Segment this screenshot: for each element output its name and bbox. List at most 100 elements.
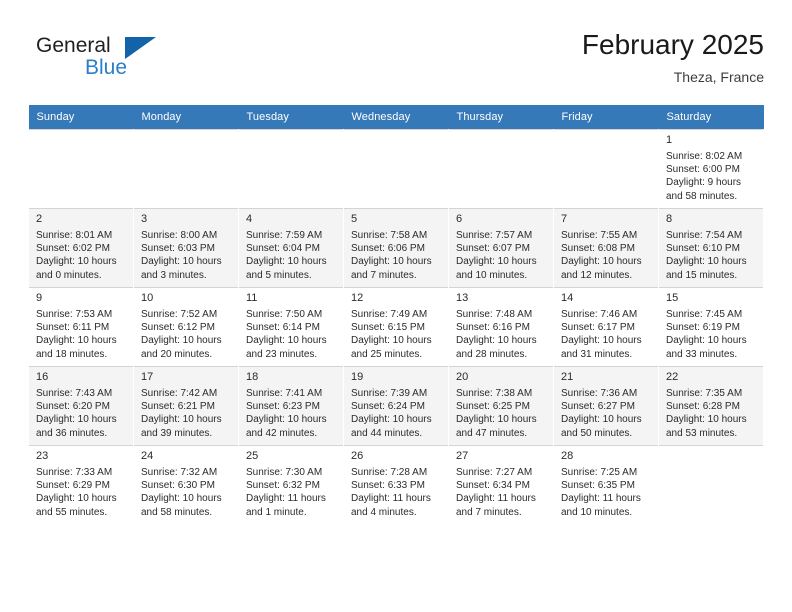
- daylight-text-line1: Daylight: 10 hours: [351, 335, 432, 347]
- daylight-text-line2: and 25 minutes.: [351, 348, 423, 360]
- sunrise-text: Sunrise: 7:42 AM: [141, 388, 218, 399]
- daylight-text-line1: Daylight: 10 hours: [141, 256, 222, 268]
- day-number: 1: [666, 134, 673, 146]
- sunset-text: Sunset: 6:23 PM: [246, 401, 320, 413]
- day-info: Sunrise: 7:53 AM Sunset: 6:11 PM Daylight:…: [36, 308, 127, 361]
- day-cell-content: 24 Sunrise: 7:32 AM Sunset: 6:30 PM Dayligh…: [134, 446, 238, 524]
- sunrise-text: Sunrise: 7:48 AM: [456, 309, 533, 320]
- day-cell-content: 26 Sunrise: 7:28 AM Sunset: 6:33 PM Dayligh…: [344, 446, 448, 524]
- daylight-text-line1: Daylight: 11 hours: [456, 493, 536, 505]
- daylight-text-line2: and 12 minutes.: [561, 269, 633, 281]
- daylight-text-line2: and 1 minute.: [246, 506, 307, 518]
- day-cell-content: [29, 130, 133, 208]
- daylight-text-line1: Daylight: 10 hours: [36, 256, 117, 268]
- daylight-text-line2: and 15 minutes.: [666, 269, 738, 281]
- daylight-text-line2: and 39 minutes.: [141, 427, 213, 439]
- day-cell-content: 8 Sunrise: 7:54 AM Sunset: 6:10 PM Daylight…: [659, 209, 763, 287]
- sunrise-text: Sunrise: 7:49 AM: [351, 309, 428, 320]
- day-number: 18: [246, 371, 259, 383]
- sunset-text: Sunset: 6:12 PM: [141, 322, 215, 334]
- day-number: 4: [246, 213, 253, 225]
- day-info: Sunrise: 7:28 AM Sunset: 6:33 PM Daylight:…: [351, 466, 442, 519]
- day-number: 24: [141, 450, 154, 462]
- calendar-day-cell: 19 Sunrise: 7:39 AM Sunset: 6:24 PM Dayligh…: [343, 366, 449, 446]
- calendar-week-row: 16 Sunrise: 7:43 AM Sunset: 6:20 PM Dayligh…: [28, 366, 764, 446]
- day-info: Sunrise: 7:25 AM Sunset: 6:35 PM Daylight:…: [561, 466, 652, 519]
- calendar-body: 1 Sunrise: 8:02 AM Sunset: 6:00 PM Daylight…: [28, 129, 764, 524]
- day-info: Sunrise: 7:58 AM Sunset: 6:06 PM Daylight:…: [351, 229, 442, 282]
- calendar-day-cell: 17 Sunrise: 7:42 AM Sunset: 6:21 PM Dayligh…: [133, 366, 239, 446]
- daylight-text-line1: Daylight: 10 hours: [36, 493, 117, 505]
- daylight-text-line1: Daylight: 10 hours: [666, 414, 747, 426]
- calendar-day-cell: 8 Sunrise: 7:54 AM Sunset: 6:10 PM Daylight…: [658, 208, 764, 288]
- day-number: 7: [561, 213, 568, 225]
- daylight-text-line1: Daylight: 10 hours: [36, 414, 117, 426]
- calendar-day-cell: 3 Sunrise: 8:00 AM Sunset: 6:03 PM Daylight…: [133, 208, 239, 288]
- day-number: 11: [246, 292, 258, 304]
- sunset-text: Sunset: 6:06 PM: [351, 243, 425, 255]
- daylight-text-line2: and 44 minutes.: [351, 427, 423, 439]
- day-info: Sunrise: 7:32 AM Sunset: 6:30 PM Daylight:…: [141, 466, 232, 519]
- day-info: Sunrise: 7:38 AM Sunset: 6:25 PM Daylight:…: [456, 387, 547, 440]
- daylight-text-line1: Daylight: 10 hours: [561, 256, 642, 268]
- calendar-day-cell: [133, 129, 239, 209]
- day-number: 23: [36, 450, 49, 462]
- logo-triangle-icon: [125, 37, 156, 59]
- calendar-day-cell: [238, 129, 344, 209]
- sunset-text: Sunset: 6:15 PM: [351, 322, 425, 334]
- sunrise-text: Sunrise: 7:46 AM: [561, 309, 638, 320]
- day-cell-content: [449, 130, 553, 208]
- day-cell-content: 10 Sunrise: 7:52 AM Sunset: 6:12 PM Dayligh…: [134, 288, 238, 366]
- weekday-header-row: Sunday Monday Tuesday Wednesday Thursday…: [28, 105, 764, 130]
- day-number: 17: [141, 371, 154, 383]
- sunset-text: Sunset: 6:16 PM: [456, 322, 530, 334]
- sunrise-text: Sunrise: 7:35 AM: [666, 388, 743, 399]
- daylight-text-line1: Daylight: 10 hours: [141, 414, 222, 426]
- sunrise-text: Sunrise: 7:53 AM: [36, 309, 113, 320]
- day-number: 21: [561, 371, 574, 383]
- calendar-day-cell: 6 Sunrise: 7:57 AM Sunset: 6:07 PM Daylight…: [448, 208, 554, 288]
- day-number: 15: [666, 292, 679, 304]
- daylight-text-line1: Daylight: 10 hours: [36, 335, 117, 347]
- day-cell-content: 19 Sunrise: 7:39 AM Sunset: 6:24 PM Dayligh…: [344, 367, 448, 445]
- sunset-text: Sunset: 6:21 PM: [141, 401, 215, 413]
- day-cell-content: 20 Sunrise: 7:38 AM Sunset: 6:25 PM Dayligh…: [449, 367, 553, 445]
- day-cell-content: 18 Sunrise: 7:41 AM Sunset: 6:23 PM Dayligh…: [239, 367, 343, 445]
- day-cell-content: 15 Sunrise: 7:45 AM Sunset: 6:19 PM Dayligh…: [659, 288, 763, 366]
- sunrise-text: Sunrise: 7:57 AM: [456, 230, 533, 241]
- day-cell-content: 11 Sunrise: 7:50 AM Sunset: 6:14 PM Dayligh…: [239, 288, 343, 366]
- day-number: 19: [351, 371, 364, 383]
- daylight-text-line2: and 28 minutes.: [456, 348, 528, 360]
- day-number: 9: [36, 292, 43, 304]
- sunrise-text: Sunrise: 7:33 AM: [36, 467, 113, 478]
- day-info: Sunrise: 7:30 AM Sunset: 6:32 PM Daylight:…: [246, 466, 337, 519]
- day-cell-content: 7 Sunrise: 7:55 AM Sunset: 6:08 PM Daylight…: [554, 209, 658, 287]
- daylight-text-line1: Daylight: 10 hours: [666, 335, 747, 347]
- daylight-text-line2: and 7 minutes.: [456, 506, 522, 518]
- day-cell-content: 16 Sunrise: 7:43 AM Sunset: 6:20 PM Dayligh…: [29, 367, 133, 445]
- day-cell-content: 5 Sunrise: 7:58 AM Sunset: 6:06 PM Daylight…: [344, 209, 448, 287]
- sunrise-text: Sunrise: 7:27 AM: [456, 467, 533, 478]
- calendar-day-cell: 27 Sunrise: 7:27 AM Sunset: 6:34 PM Dayligh…: [448, 445, 554, 524]
- calendar-day-cell: 2 Sunrise: 8:01 AM Sunset: 6:02 PM Daylight…: [28, 208, 134, 288]
- sunrise-text: Sunrise: 7:38 AM: [456, 388, 533, 399]
- day-number: 5: [351, 213, 358, 225]
- day-info: Sunrise: 7:43 AM Sunset: 6:20 PM Daylight:…: [36, 387, 127, 440]
- calendar-day-cell: 20 Sunrise: 7:38 AM Sunset: 6:25 PM Dayligh…: [448, 366, 554, 446]
- calendar-week-row: 9 Sunrise: 7:53 AM Sunset: 6:11 PM Daylight…: [28, 287, 764, 367]
- calendar-day-cell: 9 Sunrise: 7:53 AM Sunset: 6:11 PM Daylight…: [28, 287, 134, 367]
- calendar-day-cell: 10 Sunrise: 7:52 AM Sunset: 6:12 PM Dayligh…: [133, 287, 239, 367]
- day-number: 8: [666, 213, 673, 225]
- weekday-header-sunday: Sunday: [28, 105, 134, 130]
- day-number: 26: [351, 450, 364, 462]
- day-info: Sunrise: 8:01 AM Sunset: 6:02 PM Daylight:…: [36, 229, 127, 282]
- daylight-text-line2: and 18 minutes.: [36, 348, 108, 360]
- sunset-text: Sunset: 6:03 PM: [141, 243, 215, 255]
- day-info: Sunrise: 7:45 AM Sunset: 6:19 PM Daylight:…: [666, 308, 757, 361]
- calendar-day-cell: [343, 129, 449, 209]
- daylight-text-line2: and 5 minutes.: [246, 269, 312, 281]
- day-number: 14: [561, 292, 574, 304]
- weekday-header-wednesday: Wednesday: [343, 105, 449, 130]
- day-cell-content: 2 Sunrise: 8:01 AM Sunset: 6:02 PM Daylight…: [29, 209, 133, 287]
- sunset-text: Sunset: 6:10 PM: [666, 243, 740, 255]
